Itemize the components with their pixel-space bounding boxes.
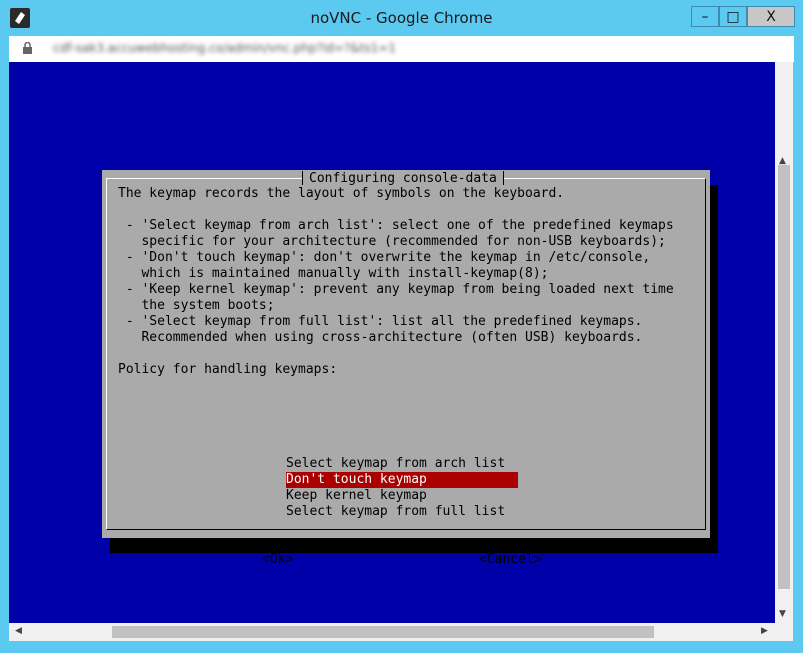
vnc-console[interactable]: Configuring console-data The keymap reco… (9, 62, 775, 623)
dialog-body-line: - 'Keep kernel keymap': prevent any keym… (118, 282, 674, 297)
lock-icon (23, 42, 32, 54)
scroll-right-icon[interactable]: ▶ (761, 626, 768, 636)
dialog-body-line: The keymap records the layout of symbols… (118, 186, 565, 201)
minimize-button[interactable]: – (691, 6, 719, 27)
maximize-button[interactable]: □ (719, 6, 747, 27)
dialog-body-line: - 'Select keymap from arch list': select… (118, 218, 674, 233)
horizontal-scrollbar[interactable]: ◀ ▶ (9, 623, 775, 641)
keymap-options[interactable]: Select keymap from arch list Don't touch … (286, 456, 518, 520)
window-title: noVNC - Google Chrome (310, 9, 493, 27)
keymap-option[interactable]: Select keymap from full list (286, 504, 518, 520)
url-text[interactable]: cdf‑sak3.accuwebhosting.co/admin/vnc.php… (53, 41, 396, 55)
dialog-body: The keymap records the layout of symbols… (118, 186, 674, 378)
cancel-button[interactable]: <Cancel> (479, 552, 542, 568)
dialog-body-line: - 'Select keymap from full list': list a… (118, 314, 643, 329)
dialog-body-line: specific for your architecture (recommen… (118, 234, 666, 249)
vertical-scrollbar[interactable]: ▲ ▼ (775, 62, 793, 623)
dialog-body-line: - 'Don't touch keymap': don't overwrite … (118, 250, 651, 265)
dialog-body-line: which is maintained manually with instal… (118, 266, 549, 281)
dialog-body-line: Policy for handling keymaps: (118, 362, 338, 377)
dialog-body-line (118, 202, 674, 218)
scroll-down-icon[interactable]: ▼ (779, 609, 786, 619)
keymap-option[interactable]: Keep kernel keymap (286, 488, 518, 504)
dialog-body-line: the system boots; (118, 298, 275, 313)
keymap-option[interactable]: Don't touch keymap (286, 472, 518, 488)
dialog-body-line: Recommended when using cross-architectur… (118, 330, 643, 345)
scrollbar-corner (775, 623, 793, 641)
horizontal-scroll-thumb[interactable] (112, 626, 654, 638)
keymap-option[interactable]: Select keymap from arch list (286, 456, 518, 472)
dialog-body-line (118, 346, 674, 362)
vertical-scroll-thumb[interactable] (778, 165, 790, 589)
browser-window: noVNC - Google Chrome – □ X cdf‑sak3.acc… (0, 0, 803, 653)
title-bar[interactable]: noVNC - Google Chrome – □ X (0, 0, 803, 34)
ok-button[interactable]: <Ok> (262, 552, 293, 568)
scroll-left-icon[interactable]: ◀ (15, 626, 22, 636)
console-data-dialog: Configuring console-data The keymap reco… (102, 170, 710, 567)
dialog-title: Configuring console-data (302, 171, 504, 186)
address-bar[interactable]: cdf‑sak3.accuwebhosting.co/admin/vnc.php… (9, 36, 794, 62)
close-button[interactable]: X (747, 6, 795, 27)
